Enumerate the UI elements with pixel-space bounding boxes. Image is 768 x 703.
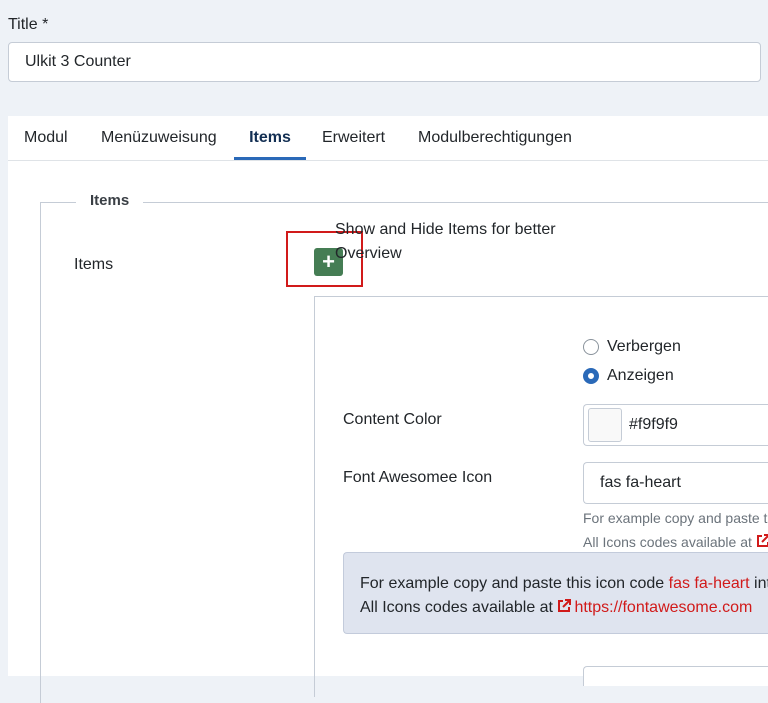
icon-info-alert: For example copy and paste this icon cod… <box>343 552 768 634</box>
tab-menuzuweisung[interactable]: Menüzuweisung <box>101 116 217 160</box>
alert-line-2: All Icons codes available at https://fon… <box>360 596 768 620</box>
tab-erweitert[interactable]: Erweitert <box>322 116 385 160</box>
tab-bar: Modul Menüzuweisung Items Erweitert Modu… <box>8 116 768 161</box>
radio-verbergen[interactable] <box>583 339 599 355</box>
tab-modulberechtigungen[interactable]: Modulberechtigungen <box>418 116 572 160</box>
title-input[interactable]: Ulkit 3 Counter <box>8 42 761 82</box>
icon-hint-1: For example copy and paste th <box>583 510 768 526</box>
plus-icon: + <box>322 249 335 274</box>
content-color-field[interactable]: #f9f9f9 <box>583 404 768 446</box>
content-color-label: Content Color <box>343 411 442 428</box>
external-link-icon[interactable] <box>756 534 768 548</box>
radio-verbergen-label: Verbergen <box>607 338 681 355</box>
alert-line-1: For example copy and paste this icon cod… <box>360 572 768 596</box>
tab-items[interactable]: Items <box>234 116 306 160</box>
fieldset-legend: Items <box>76 192 144 209</box>
alert-icon-code: fas fa-heart <box>668 575 750 592</box>
color-swatch[interactable] <box>588 408 622 442</box>
alert-line-2-text: All Icons codes available at <box>360 599 558 616</box>
alert-line-1-text: For example copy and paste this icon cod… <box>360 575 669 592</box>
alert-line-1-suffix: int <box>754 575 768 592</box>
radio-anzeigen-label: Anzeigen <box>607 367 674 384</box>
color-value: #f9f9f9 <box>629 416 678 433</box>
title-label: Title * <box>8 16 49 33</box>
external-link-icon <box>558 599 572 612</box>
icon-field-label: Font Awesomee Icon <box>343 469 493 486</box>
items-field-label: Items <box>74 256 114 273</box>
next-field-input[interactable] <box>583 666 768 686</box>
radio-anzeigen[interactable] <box>583 368 599 384</box>
fontawesome-link[interactable]: https://fontawesome.com <box>574 599 752 616</box>
icon-input[interactable]: fas fa-heart <box>583 462 768 504</box>
tab-modul[interactable]: Modul <box>24 116 68 160</box>
icon-hint-2: All Icons codes available at <box>583 534 768 550</box>
showhide-label: Show and Hide Items for better Overview <box>335 221 556 262</box>
icon-hint-2-text: All Icons codes available at <box>583 534 752 550</box>
